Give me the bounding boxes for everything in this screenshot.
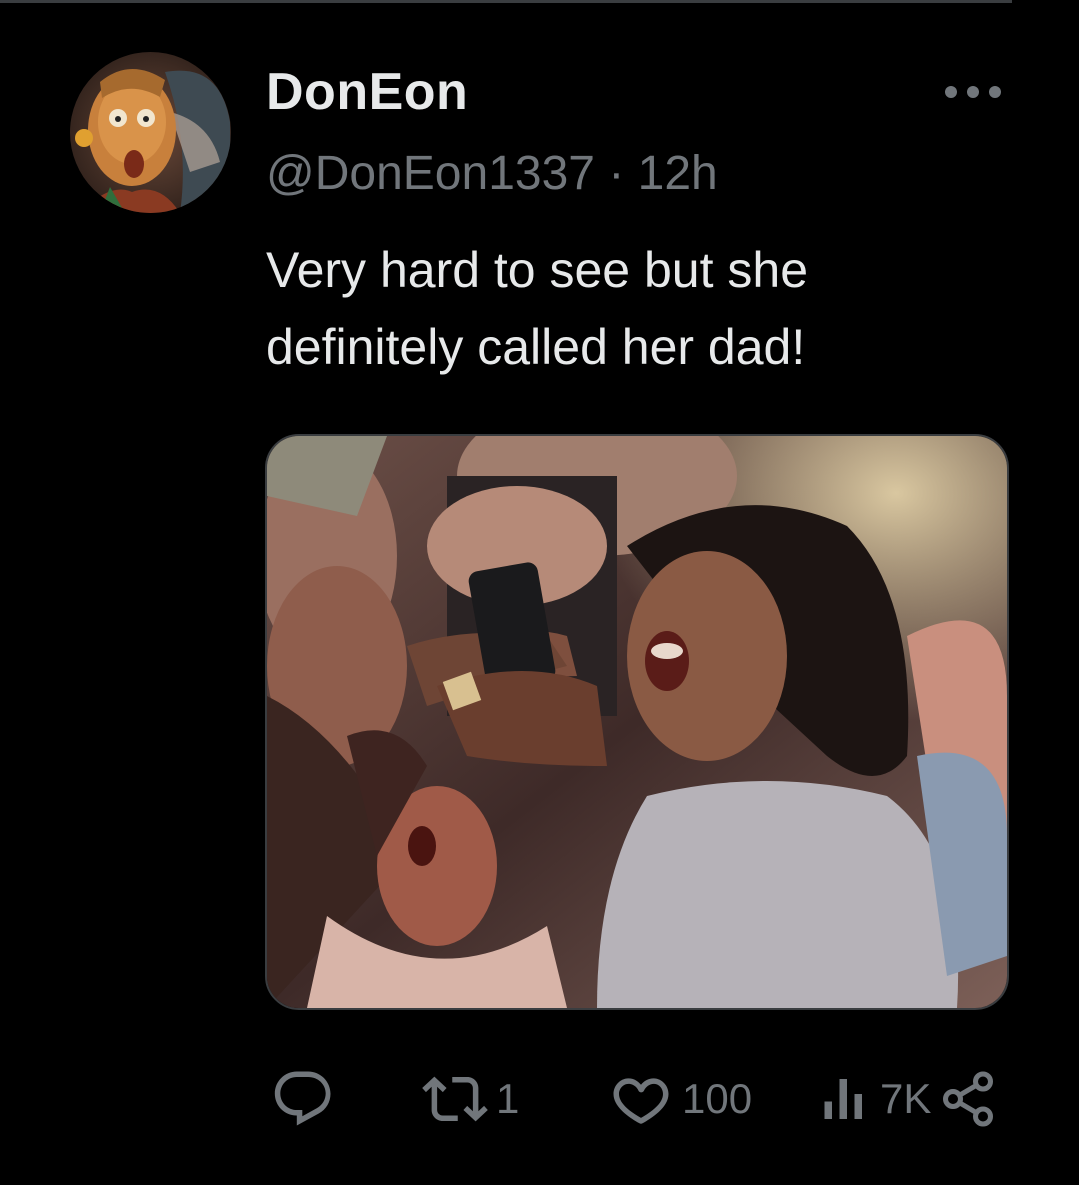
- views-button[interactable]: 7K: [822, 1064, 931, 1134]
- top-divider: [0, 0, 1012, 3]
- share-button[interactable]: [938, 1064, 998, 1134]
- repost-icon: [422, 1076, 488, 1122]
- views-count: 7K: [880, 1075, 932, 1122]
- views-icon: [824, 1079, 862, 1119]
- avatar-image: [70, 52, 231, 213]
- tweet-text-line: Very hard to see but she: [266, 242, 809, 298]
- avatar[interactable]: [70, 52, 231, 213]
- tweet-media[interactable]: [265, 434, 1009, 1010]
- display-name[interactable]: DonEon: [266, 62, 468, 122]
- tweet-text: Very hard to see but she definitely call…: [266, 232, 1026, 386]
- meta-separator: ·: [608, 147, 625, 200]
- repost-button[interactable]: 1: [422, 1064, 519, 1134]
- video-thumbnail: [267, 436, 1007, 1008]
- heart-icon: [613, 1078, 669, 1124]
- more-icon: [945, 86, 1001, 98]
- handle[interactable]: @DonEon1337: [266, 147, 595, 200]
- reply-button[interactable]: [270, 1064, 344, 1134]
- share-icon: [943, 1071, 993, 1127]
- repost-count: 1: [496, 1075, 520, 1122]
- tweet-meta: @DonEon1337 · 12h: [266, 146, 718, 201]
- like-button[interactable]: 100: [608, 1064, 752, 1134]
- more-options-button[interactable]: [940, 74, 1006, 110]
- tweet-actions: 1 100 7K: [262, 1064, 1022, 1134]
- reply-icon: [274, 1071, 331, 1126]
- tweet-text-line: definitely called her dad!: [266, 319, 806, 375]
- like-count: 100: [682, 1075, 753, 1122]
- timestamp[interactable]: 12h: [638, 147, 718, 200]
